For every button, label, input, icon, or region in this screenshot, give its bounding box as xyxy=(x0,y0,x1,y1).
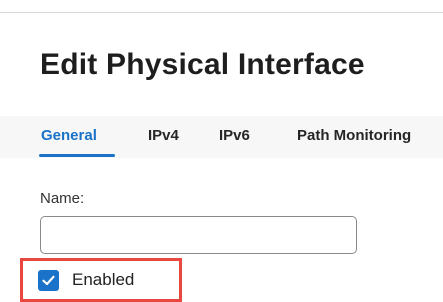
enabled-checkbox-row[interactable]: Enabled xyxy=(38,268,134,292)
name-label: Name: xyxy=(40,190,85,207)
active-tab-indicator xyxy=(39,154,115,157)
tab-path-monitoring[interactable]: Path Monitoring xyxy=(297,127,411,144)
enabled-label: Enabled xyxy=(72,270,135,289)
enabled-checkbox[interactable] xyxy=(38,269,59,291)
dialog-title: Edit Physical Interface xyxy=(40,48,365,81)
tab-bar: General IPv4 IPv6 Path Monitoring xyxy=(0,116,443,158)
top-divider xyxy=(0,0,443,13)
checkmark-icon xyxy=(42,275,55,285)
tab-ipv6[interactable]: IPv6 xyxy=(219,127,250,144)
tab-general[interactable]: General xyxy=(41,127,97,144)
name-input[interactable] xyxy=(40,216,357,254)
tab-ipv4[interactable]: IPv4 xyxy=(148,127,179,144)
